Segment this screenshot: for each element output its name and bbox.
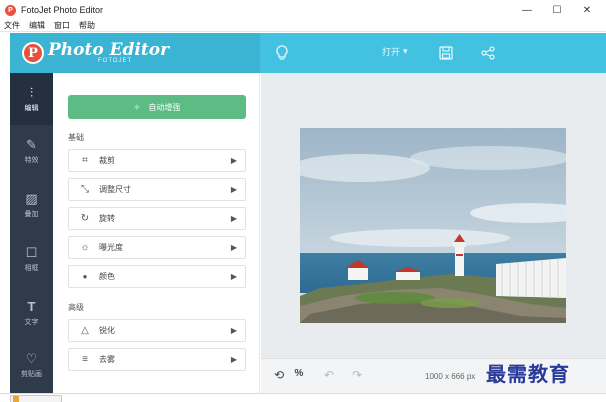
chevron-right-icon: ▶ — [230, 326, 237, 335]
menu-help[interactable]: 帮助 — [79, 20, 95, 31]
share-icon[interactable] — [478, 43, 498, 63]
tool-category-rail: ⫶ 编辑 ✎ 特效 ▨ 叠加 ☐ 相框 T 文字 ♡ 剪贴画 — [10, 73, 53, 393]
chevron-down-icon: ▾ — [403, 46, 408, 56]
overlay-icon: ▨ — [25, 190, 38, 206]
close-button[interactable]: ✕ — [572, 0, 602, 20]
save-icon[interactable] — [436, 43, 456, 63]
tool-label: 调整尺寸 — [99, 185, 131, 194]
tool-dehaze[interactable]: ≡ 去雾 ▶ — [68, 348, 246, 371]
tool-label: 旋转 — [99, 214, 115, 223]
folder-icon — [13, 396, 19, 402]
taskbar-strip — [0, 393, 606, 402]
image-dimensions: 1000 x 666 px — [425, 372, 476, 381]
droplet-icon: ● — [82, 272, 88, 281]
tool-label: 颜色 — [99, 272, 115, 281]
edited-photo[interactable] — [300, 128, 566, 323]
menu-window[interactable]: 窗口 — [54, 20, 70, 31]
undo-icon[interactable]: ↶ — [321, 368, 337, 382]
chevron-right-icon: ▶ — [230, 355, 237, 364]
tool-crop[interactable]: ⌗ 裁剪 ▶ — [68, 149, 246, 172]
app-header: P Photo Editor FOTOJET 打开 ▾ — [10, 33, 606, 73]
crop-icon: ⌗ — [82, 155, 88, 166]
rail-item-effects[interactable]: ✎ 特效 — [10, 125, 53, 177]
rail-label-edit: 编辑 — [24, 104, 39, 112]
tool-exposure[interactable]: ☼ 曝光度 ▶ — [68, 236, 246, 259]
title-bar: P FotoJet Photo Editor — ☐ ✕ — [0, 0, 606, 20]
fotojet-logo-icon: P — [22, 42, 44, 64]
rail-item-overlay[interactable]: ▨ 叠加 — [10, 179, 53, 231]
tool-label: 曝光度 — [99, 243, 123, 252]
tool-sharpen[interactable]: △ 锐化 ▶ — [68, 319, 246, 342]
tool-resize[interactable]: ⤡ 调整尺寸 ▶ — [68, 178, 246, 201]
logo: Photo Editor FOTOJET — [48, 40, 170, 65]
menu-bar: 文件 编辑 窗口 帮助 — [0, 20, 606, 32]
tool-rotate[interactable]: ↻ 旋转 ▶ — [68, 207, 246, 230]
rotate-icon: ↻ — [80, 213, 90, 224]
rail-label-frame: 相框 — [24, 264, 39, 272]
redo-icon[interactable]: ↷ — [349, 368, 365, 382]
rail-item-frame[interactable]: ☐ 相框 — [10, 233, 53, 285]
resize-icon: ⤡ — [81, 184, 89, 195]
magic-icon: ✧ — [133, 102, 141, 112]
rail-label-clipart: 剪贴画 — [21, 370, 42, 378]
watermark-text: 最需教育 — [486, 362, 570, 386]
rail-item-clipart[interactable]: ♡ 剪贴画 — [10, 339, 53, 391]
rail-label-effects: 特效 — [24, 156, 39, 164]
reset-icon[interactable]: ⟲ — [271, 368, 287, 382]
tool-label: 锐化 — [99, 326, 115, 335]
window-controls: — ☐ ✕ — [512, 0, 602, 20]
section-basic-title: 基础 — [68, 133, 84, 142]
chevron-right-icon: ▶ — [230, 243, 237, 252]
minimize-button[interactable]: — — [512, 0, 542, 20]
section-advanced-title: 高级 — [68, 303, 84, 312]
logo-area: P Photo Editor FOTOJET — [10, 33, 260, 73]
rail-label-overlay: 叠加 — [24, 210, 39, 218]
triangle-icon: △ — [81, 325, 89, 336]
chevron-right-icon: ▶ — [230, 156, 237, 165]
sliders-icon: ⫶ — [29, 84, 34, 100]
edit-tools-panel: ✧ 自动增强 基础 ⌗ 裁剪 ▶ ⤡ 调整尺寸 ▶ ↻ 旋转 ▶ ☼ 曝光度 ▶… — [53, 73, 260, 393]
heart-icon: ♡ — [25, 350, 38, 366]
sun-icon: ☼ — [80, 242, 90, 253]
maximize-button[interactable]: ☐ — [542, 0, 572, 20]
chevron-right-icon: ▶ — [230, 272, 237, 281]
chevron-right-icon: ▶ — [230, 214, 237, 223]
logo-subtitle: FOTOJET — [98, 58, 133, 64]
open-button[interactable]: 打开 ▾ — [382, 45, 408, 58]
editor-canvas[interactable] — [261, 73, 606, 358]
chevron-right-icon: ▶ — [230, 185, 237, 194]
rail-label-text: 文字 — [24, 318, 39, 326]
logo-title: Photo Editor — [48, 40, 170, 60]
rail-item-text[interactable]: T 文字 — [10, 287, 53, 339]
auto-enhance-button[interactable]: ✧ 自动增强 — [68, 95, 246, 119]
haze-icon: ≡ — [82, 354, 88, 365]
frame-icon: ☐ — [25, 244, 38, 260]
magic-wand-icon: ✎ — [26, 136, 37, 152]
open-label: 打开 — [382, 47, 401, 57]
rail-item-edit[interactable]: ⫶ 编辑 — [10, 73, 53, 125]
taskbar-item[interactable] — [10, 395, 62, 402]
tool-label: 去雾 — [99, 355, 115, 364]
menu-file[interactable]: 文件 — [4, 20, 20, 31]
menu-edit[interactable]: 编辑 — [29, 20, 45, 31]
auto-enhance-label: 自动增强 — [148, 102, 181, 112]
tool-color[interactable]: ● 颜色 ▶ — [68, 265, 246, 288]
tool-label: 裁剪 — [99, 156, 115, 165]
lightbulb-icon[interactable] — [272, 43, 292, 63]
compare-icon[interactable]: % — [291, 368, 307, 379]
text-icon: T — [27, 298, 36, 314]
app-logo-icon: P — [5, 4, 16, 16]
window-title: FotoJet Photo Editor — [21, 5, 104, 15]
